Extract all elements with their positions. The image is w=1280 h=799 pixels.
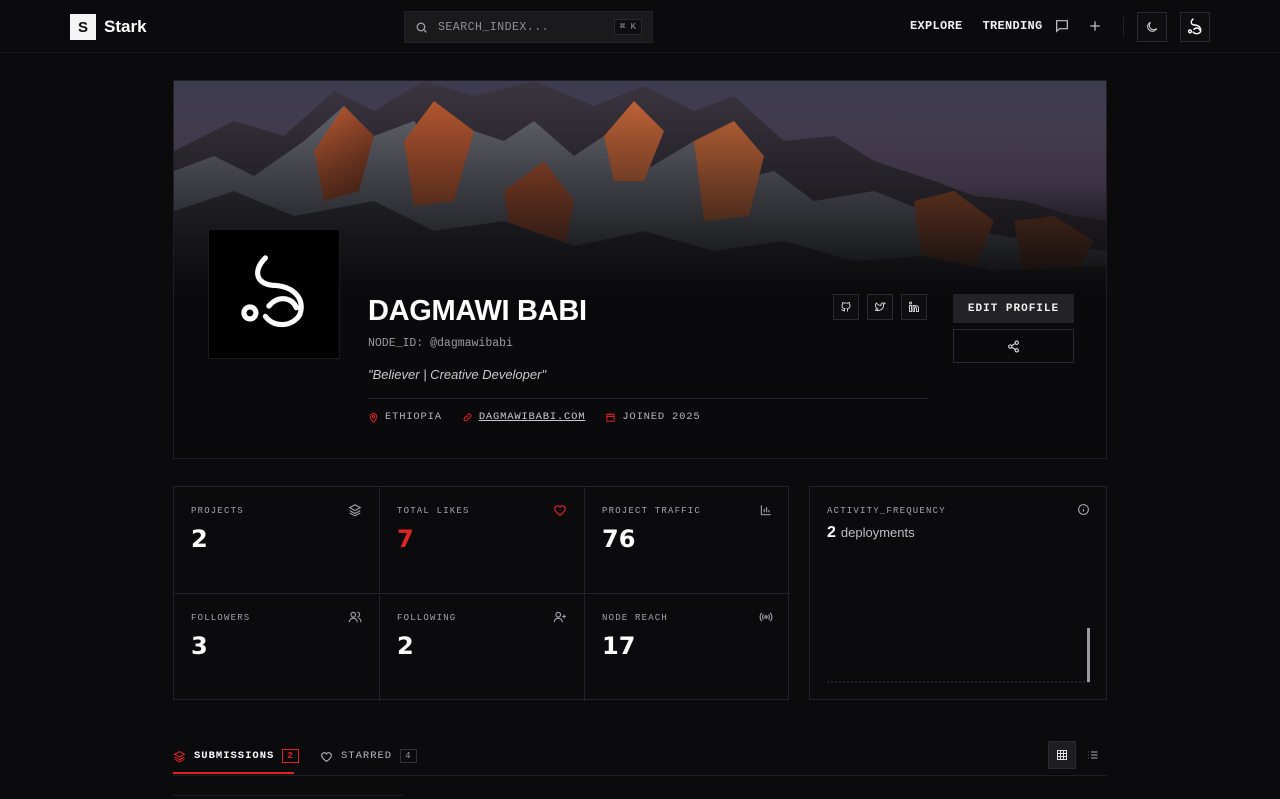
stat-label: PROJECT TRAFFIC bbox=[602, 506, 702, 516]
activity-panel: ACTIVITY_FREQUENCY 2 deployments bbox=[809, 486, 1107, 700]
location-text: ETHIOPIA bbox=[385, 411, 442, 423]
profile-website[interactable]: DAGMAWIBABI.COM bbox=[462, 411, 586, 423]
profile-node-id: NODE_ID: @dagmawibabi bbox=[368, 337, 513, 350]
list-icon bbox=[1088, 751, 1098, 759]
profile-divider bbox=[368, 398, 928, 399]
stat-value: 3 bbox=[191, 632, 208, 660]
share-icon bbox=[1008, 340, 1019, 352]
search-shortcut-badge: ⌘ K bbox=[613, 19, 642, 35]
plus-icon[interactable] bbox=[1087, 18, 1103, 34]
profile-meta: ETHIOPIA DAGMAWIBABI.COM JOINED 2025 bbox=[368, 411, 700, 423]
broadcast-icon bbox=[759, 612, 773, 622]
website-link[interactable]: DAGMAWIBABI.COM bbox=[479, 411, 586, 423]
grid-view-button[interactable] bbox=[1048, 741, 1076, 769]
avatar-logo-icon bbox=[241, 255, 304, 328]
stat-project-traffic: PROJECT TRAFFIC 76 bbox=[585, 487, 790, 594]
profile-bio: "Believer | Creative Developer" bbox=[368, 367, 547, 382]
link-icon bbox=[463, 413, 472, 421]
joined-text: JOINED 2025 bbox=[622, 411, 701, 423]
stat-value: 2 bbox=[191, 525, 208, 553]
stat-value: 2 bbox=[397, 632, 414, 660]
user-plus-icon bbox=[553, 611, 566, 623]
share-button[interactable] bbox=[953, 329, 1074, 363]
stat-value: 7 bbox=[397, 525, 414, 553]
search-bar[interactable]: ⌘ K bbox=[404, 11, 653, 43]
bar-chart-icon bbox=[760, 505, 771, 516]
user-avatar-button[interactable] bbox=[1180, 12, 1210, 42]
brand-name: Stark bbox=[104, 17, 147, 36]
profile-location: ETHIOPIA bbox=[368, 411, 442, 423]
profile-avatar[interactable] bbox=[208, 229, 340, 359]
profile-card: DAGMAWI BABI NODE_ID: @dagmawibabi "Beli… bbox=[173, 80, 1107, 459]
active-tab-indicator bbox=[173, 772, 294, 774]
map-pin-icon bbox=[369, 412, 378, 423]
linkedin-button[interactable] bbox=[901, 294, 927, 320]
profile-joined: JOINED 2025 bbox=[605, 411, 700, 423]
layers-icon bbox=[348, 504, 362, 517]
nav-link-explore[interactable]: EXPLORE bbox=[910, 19, 963, 33]
theme-toggle-button[interactable] bbox=[1137, 12, 1167, 42]
content-card-edge bbox=[173, 795, 403, 799]
heart-icon bbox=[321, 751, 332, 762]
stat-followers: FOLLOWERS 3 bbox=[174, 594, 380, 701]
profile-name: DAGMAWI BABI bbox=[368, 295, 587, 327]
stat-following: FOLLOWING 2 bbox=[380, 594, 585, 701]
stat-label: FOLLOWERS bbox=[191, 613, 251, 623]
stat-node-reach: NODE REACH 17 bbox=[585, 594, 790, 701]
search-icon bbox=[416, 22, 427, 33]
linkedin-icon bbox=[909, 301, 919, 312]
users-icon bbox=[348, 611, 362, 623]
tab-submissions[interactable]: SUBMISSIONS 2 bbox=[173, 738, 299, 774]
tab-count-badge: 4 bbox=[400, 749, 417, 763]
tab-count-badge: 2 bbox=[282, 749, 299, 763]
message-icon[interactable] bbox=[1054, 18, 1070, 34]
profile-tabs: SUBMISSIONS 2 STARRED 4 bbox=[173, 738, 1107, 776]
nav-links: EXPLORE TRENDING bbox=[910, 19, 1043, 33]
stat-total-likes: TOTAL LIKES 7 bbox=[380, 487, 585, 594]
brand-logo[interactable]: S Stark bbox=[70, 14, 147, 40]
stat-projects: PROJECTS 2 bbox=[174, 487, 380, 594]
activity-bar bbox=[1087, 628, 1090, 682]
twitter-button[interactable] bbox=[867, 294, 893, 320]
nav-separator bbox=[1123, 17, 1124, 37]
stat-value: 76 bbox=[602, 525, 636, 553]
tab-label: SUBMISSIONS bbox=[194, 750, 275, 762]
stat-label: FOLLOWING bbox=[397, 613, 457, 623]
moon-icon bbox=[1147, 21, 1158, 32]
tab-starred[interactable]: STARRED 4 bbox=[320, 738, 417, 774]
twitter-icon bbox=[874, 302, 886, 312]
heart-icon bbox=[554, 505, 566, 516]
calendar-icon bbox=[606, 412, 615, 422]
activity-chart bbox=[827, 628, 1090, 683]
brand-mark-icon: S bbox=[70, 14, 96, 40]
tab-label: STARRED bbox=[341, 750, 393, 762]
list-view-button[interactable] bbox=[1079, 741, 1107, 769]
top-navigation: S Stark ⌘ K EXPLORE TRENDING bbox=[0, 0, 1280, 53]
grid-icon bbox=[1057, 750, 1067, 760]
stats-grid: PROJECTS 2 TOTAL LIKES 7 PROJECT TRAFFIC… bbox=[173, 486, 790, 701]
edit-profile-button[interactable]: EDIT PROFILE bbox=[953, 294, 1074, 323]
github-icon bbox=[841, 302, 851, 312]
stat-value: 17 bbox=[602, 632, 636, 660]
search-input[interactable] bbox=[438, 20, 604, 34]
stat-label: TOTAL LIKES bbox=[397, 506, 470, 516]
layers-icon bbox=[173, 750, 186, 763]
nav-link-trending[interactable]: TRENDING bbox=[983, 19, 1043, 33]
stat-label: PROJECTS bbox=[191, 506, 244, 516]
stat-label: NODE REACH bbox=[602, 613, 669, 623]
avatar-logo-icon bbox=[1187, 18, 1202, 35]
github-button[interactable] bbox=[833, 294, 859, 320]
